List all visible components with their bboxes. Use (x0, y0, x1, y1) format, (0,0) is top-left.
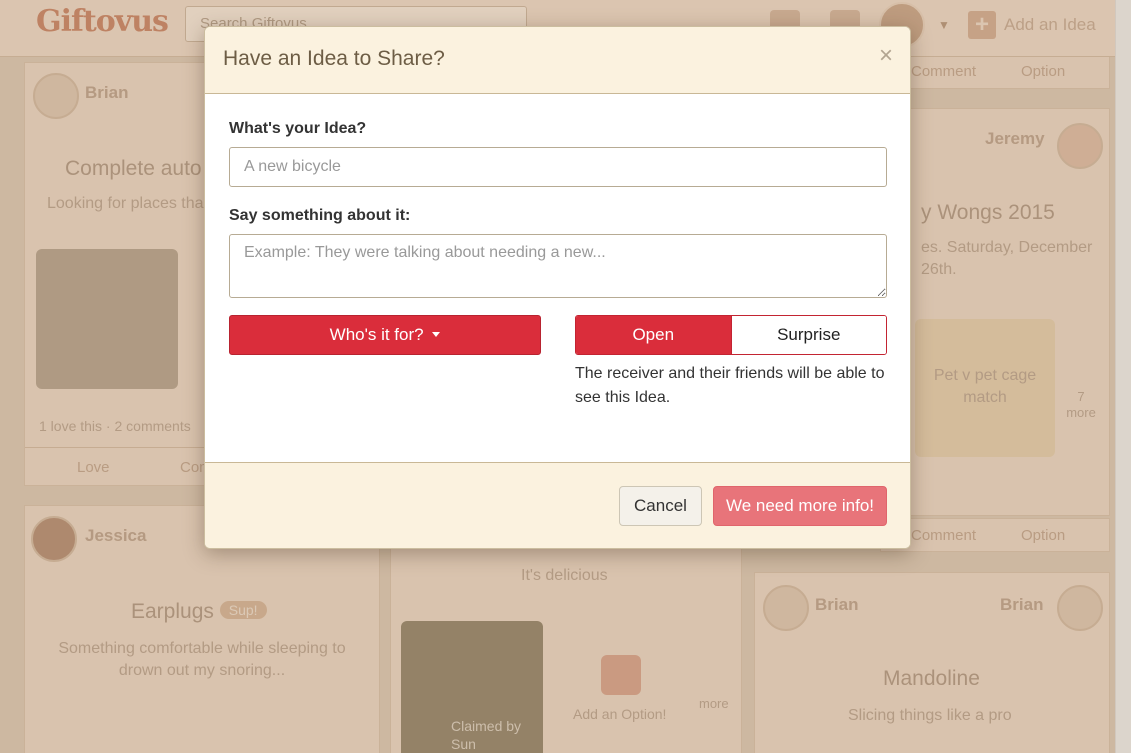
about-textarea[interactable] (229, 234, 887, 298)
who-is-it-for-dropdown[interactable]: Who's it for? (229, 315, 541, 355)
modal-title: Have an Idea to Share? (223, 47, 445, 70)
idea-input[interactable] (229, 147, 887, 187)
visibility-help-text: The receiver and their friends will be a… (575, 365, 885, 406)
caret-down-icon (432, 332, 441, 337)
cancel-button[interactable]: Cancel (619, 486, 702, 526)
who-is-it-for-label: Who's it for? (329, 325, 424, 344)
modal-header: Have an Idea to Share? × (205, 27, 910, 94)
visibility-open-button[interactable]: Open (576, 316, 731, 354)
idea-label: What's your Idea? (229, 120, 367, 137)
share-idea-modal: Have an Idea to Share? × What's your Ide… (204, 26, 911, 549)
visibility-surprise-button[interactable]: Surprise (730, 316, 886, 354)
about-label: Say something about it: (229, 207, 411, 224)
close-icon[interactable]: × (879, 43, 893, 69)
submit-button[interactable]: We need more info! (713, 486, 887, 526)
modal-footer: Cancel We need more info! (205, 462, 910, 548)
visibility-toggle: Open Surprise (575, 315, 887, 355)
